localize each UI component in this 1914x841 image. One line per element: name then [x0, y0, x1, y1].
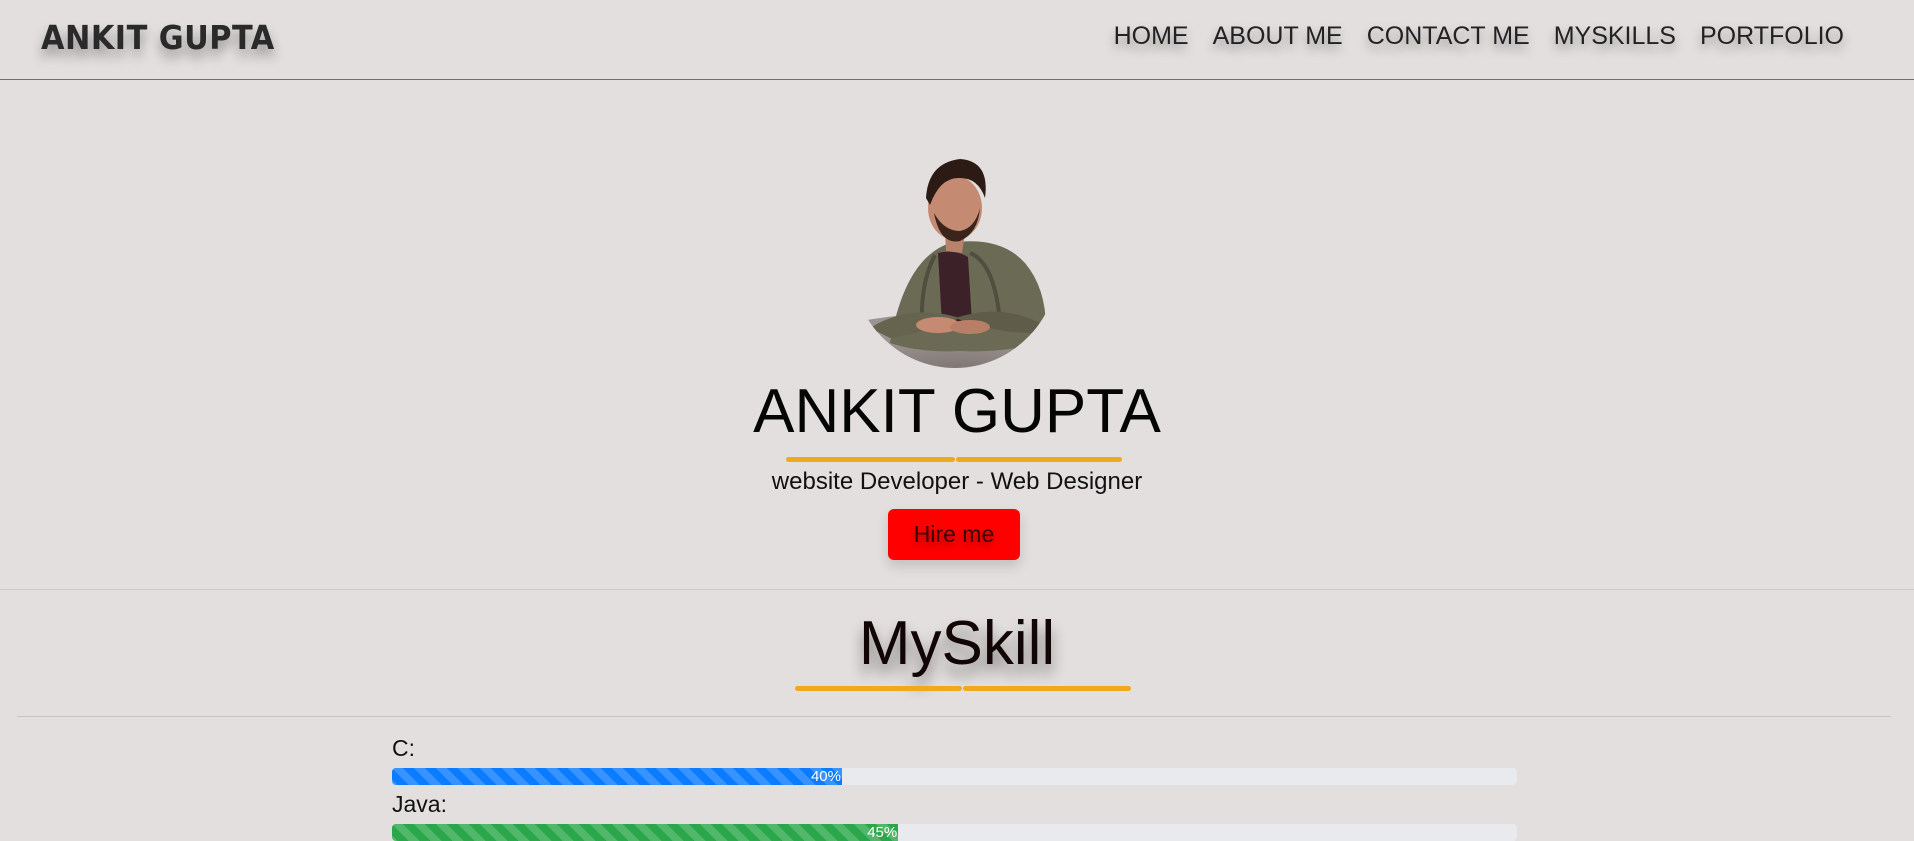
skills-underline-right — [963, 686, 1131, 691]
skill-bar-c-fill: 40% — [392, 768, 842, 785]
skill-bar-c: 40% — [392, 768, 1517, 785]
skills-title: MySkill — [858, 609, 1056, 678]
brand-logo[interactable]: ANKIT GUPTA — [41, 18, 275, 57]
skills-underline-left — [795, 686, 962, 691]
profile-photo — [850, 159, 1060, 368]
nav-menu: HOME ABOUT ME CONTACT ME MYSKILLS PORTFO… — [1102, 22, 1856, 51]
navbar: ANKIT GUPTA HOME ABOUT ME CONTACT ME MYS… — [0, 0, 1914, 80]
nav-about-me[interactable]: ABOUT ME — [1201, 22, 1355, 51]
name-underline-left — [786, 457, 955, 462]
hire-me-button[interactable]: Hire me — [888, 509, 1020, 560]
nav-myskills[interactable]: MYSKILLS — [1542, 22, 1688, 51]
nav-portfolio[interactable]: PORTFOLIO — [1688, 22, 1856, 51]
skill-bar-java: 45% — [392, 824, 1517, 841]
name-underline-right — [956, 457, 1122, 462]
hero-section: ANKIT GUPTA website Developer - Web Desi… — [0, 80, 1914, 590]
skill-label-c: C: — [392, 735, 415, 761]
skill-label-java: Java: — [392, 791, 447, 817]
skill-bar-java-fill: 45% — [392, 824, 899, 841]
nav-home[interactable]: HOME — [1102, 22, 1201, 51]
nav-contact-me[interactable]: CONTACT ME — [1355, 22, 1542, 51]
hero-name: ANKIT GUPTA — [753, 377, 1161, 446]
hero-subtitle: website Developer - Web Designer — [771, 468, 1143, 495]
section-divider — [17, 716, 1891, 717]
